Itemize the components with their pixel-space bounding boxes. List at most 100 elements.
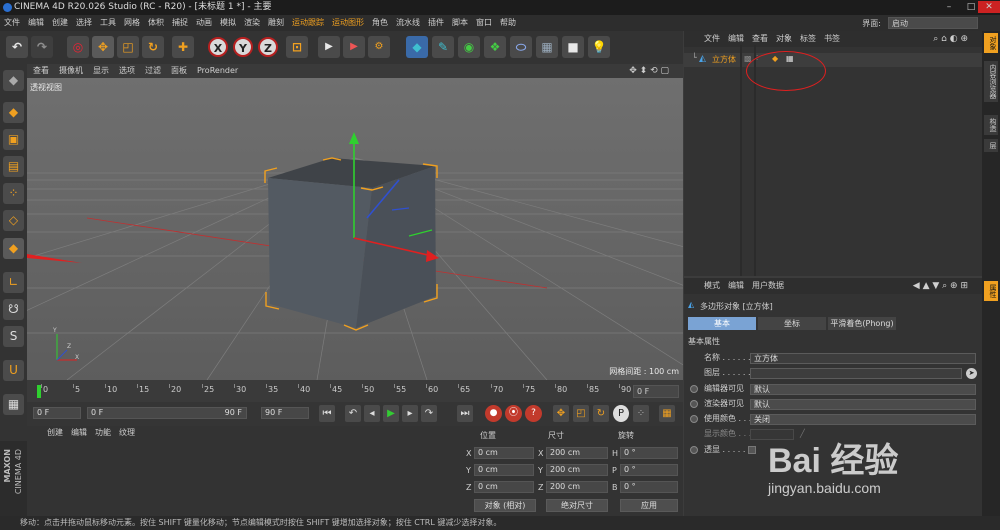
render-view-button[interactable]: ▶ [318,36,340,58]
z-axis-lock-button[interactable]: Z [258,37,278,57]
menu-mesh[interactable]: 网格 [120,15,144,31]
timeline-ruler[interactable]: 0 5 10 15 20 25 30 35 40 45 50 55 60 65 70 75 80 85 90 0 F [27,380,683,402]
goto-start-button[interactable]: ⏮ [319,405,335,422]
bend-deformer-button[interactable]: ⬭ [510,36,532,58]
x-axis-lock-button[interactable]: X [208,37,228,57]
menu-pipeline[interactable]: 流水线 [392,15,424,31]
minimize-button[interactable]: – [938,1,960,13]
tab-phong[interactable]: 平滑着色(Phong) [828,317,896,330]
record-active-button[interactable]: ● [485,405,502,422]
edges-mode-button[interactable]: ◇ [3,210,24,231]
am-menu-mode[interactable]: 模式 [704,281,720,290]
scale-tool-button[interactable]: ◰ [117,36,139,58]
interface-select[interactable]: 启动 [888,17,978,29]
menu-edit[interactable]: 编辑 [24,15,48,31]
tab-coordinates[interactable]: 坐标 [758,317,826,330]
anim-toggle-icon[interactable] [690,415,698,423]
tab-basic[interactable]: 基本 [688,317,756,330]
attr-editor-visible-select[interactable]: 默认 [750,384,976,395]
menu-simulate[interactable]: 模拟 [216,15,240,31]
menu-render[interactable]: 渲染 [240,15,264,31]
menu-file[interactable]: 文件 [0,15,24,31]
floor-object-button[interactable]: ▦ [536,36,558,58]
material-menu-create[interactable]: 创建 [47,428,63,437]
key-rotation-button[interactable]: ↻ [593,405,609,422]
attr-render-visible-select[interactable]: 默认 [750,399,976,410]
om-menu-file[interactable]: 文件 [704,34,720,43]
size-mode-select[interactable]: 绝对尺寸 [546,499,608,512]
close-button[interactable]: ✕ [978,1,1000,13]
y-axis-lock-button[interactable]: Y [233,37,253,57]
size-z-field[interactable]: 200 cm [546,481,608,493]
object-row-cube[interactable]: └ ◭ 立方体 ▩ ⁚ ◆ ▦ [684,53,982,67]
dock-tab-structure[interactable]: 构造 [984,115,998,135]
pos-z-field[interactable]: 0 cm [474,481,534,493]
texture-mode-button[interactable]: ▣ [3,129,24,150]
viewport-nav-icons[interactable]: ✥ ⬍ ⟲ ▢ [629,64,669,78]
dock-tab-content-browser[interactable]: 内容浏览器 [984,61,998,102]
menu-mograph[interactable]: 运动图形 [328,15,368,31]
attr-layer-field[interactable] [750,368,962,379]
om-menu-edit[interactable]: 编辑 [728,34,744,43]
light-object-button[interactable]: 💡 [588,36,610,58]
array-generator-button[interactable]: ❖ [484,36,506,58]
size-y-field[interactable]: 200 cm [546,464,608,476]
coordinate-mode-select[interactable]: 对象 (相对) [474,499,536,512]
attr-xray-checkbox[interactable] [748,446,756,454]
dock-tab-objects[interactable]: 对象 [984,33,998,53]
make-editable-button[interactable]: ◆ [3,70,24,91]
menu-select[interactable]: 选择 [72,15,96,31]
viewport-menu-filter[interactable]: 过滤 [145,66,161,75]
om-menu-bookmarks[interactable]: 书签 [824,34,840,43]
cube-object-button[interactable]: ◆ [406,36,428,58]
rot-p-field[interactable]: 0 ° [620,464,678,476]
next-frame-button[interactable]: ▸ [402,405,418,422]
rot-b-field[interactable]: 0 ° [620,481,678,493]
menu-window[interactable]: 窗口 [472,15,496,31]
start-frame-field[interactable]: 0 F [33,407,81,419]
rot-h-field[interactable]: 0 ° [620,447,678,459]
menu-motion-tracker[interactable]: 运动跟踪 [288,15,328,31]
menu-script[interactable]: 脚本 [448,15,472,31]
om-menu-objects[interactable]: 对象 [776,34,792,43]
size-x-field[interactable]: 200 cm [546,447,608,459]
anim-toggle-icon[interactable] [690,400,698,408]
key-scale-button[interactable]: ◰ [573,405,589,422]
layer-picker-icon[interactable]: ➤ [966,368,977,379]
play-button[interactable]: ▶ [383,405,399,422]
preview-range-slider[interactable]: 0 F 90 F [87,407,247,419]
om-search-home-icons[interactable]: ⌕ ⌂ ◐ ⊕ [933,31,968,47]
material-menu-edit[interactable]: 编辑 [71,428,87,437]
points-mode-button[interactable]: ⁘ [3,183,24,204]
live-selection-button[interactable]: ◎ [67,36,89,58]
anim-toggle-icon[interactable] [690,385,698,393]
viewport-3d[interactable]: Y X Z 透视视图 网格间距 : 100 cm [27,78,683,380]
rotate-tool-button[interactable]: ↻ [142,36,164,58]
menu-volume[interactable]: 体积 [144,15,168,31]
timeline-window-button[interactable]: ▦ [659,405,675,422]
attr-name-field[interactable]: 立方体 [750,353,976,364]
dock-tab-attributes[interactable]: 属性 [984,281,998,301]
key-pla-button[interactable]: ⁘ [633,405,649,422]
apply-button[interactable]: 应用 [620,499,678,512]
prev-key-button[interactable]: ↶ [345,405,361,422]
pos-y-field[interactable]: 0 cm [474,464,534,476]
material-menu-texture[interactable]: 纹理 [119,428,135,437]
workplane-lock-button[interactable]: ▦ [3,394,24,415]
menu-character[interactable]: 角色 [368,15,392,31]
viewport-menu-display[interactable]: 显示 [93,66,109,75]
menu-sculpt[interactable]: 雕刻 [264,15,288,31]
menu-animate[interactable]: 动画 [192,15,216,31]
end-frame-field[interactable]: 90 F [261,407,309,419]
dock-tab-layers[interactable]: 层 [984,139,998,152]
workplane-mode-button[interactable]: ▤ [3,156,24,177]
add-tool-button[interactable]: ✚ [172,36,194,58]
keyframe-selection-button[interactable]: ? [525,405,542,422]
render-settings-button[interactable]: ⚙ [368,36,390,58]
pos-x-field[interactable]: 0 cm [474,447,534,459]
undo-button[interactable]: ↶ [6,36,28,58]
camera-object-button[interactable]: ■ [562,36,584,58]
am-nav-icons[interactable]: ◀ ▲ ▼ ⌕ ⊕ ⊞ [913,278,968,294]
om-menu-tags[interactable]: 标签 [800,34,816,43]
viewport-menu-options[interactable]: 选项 [119,66,135,75]
